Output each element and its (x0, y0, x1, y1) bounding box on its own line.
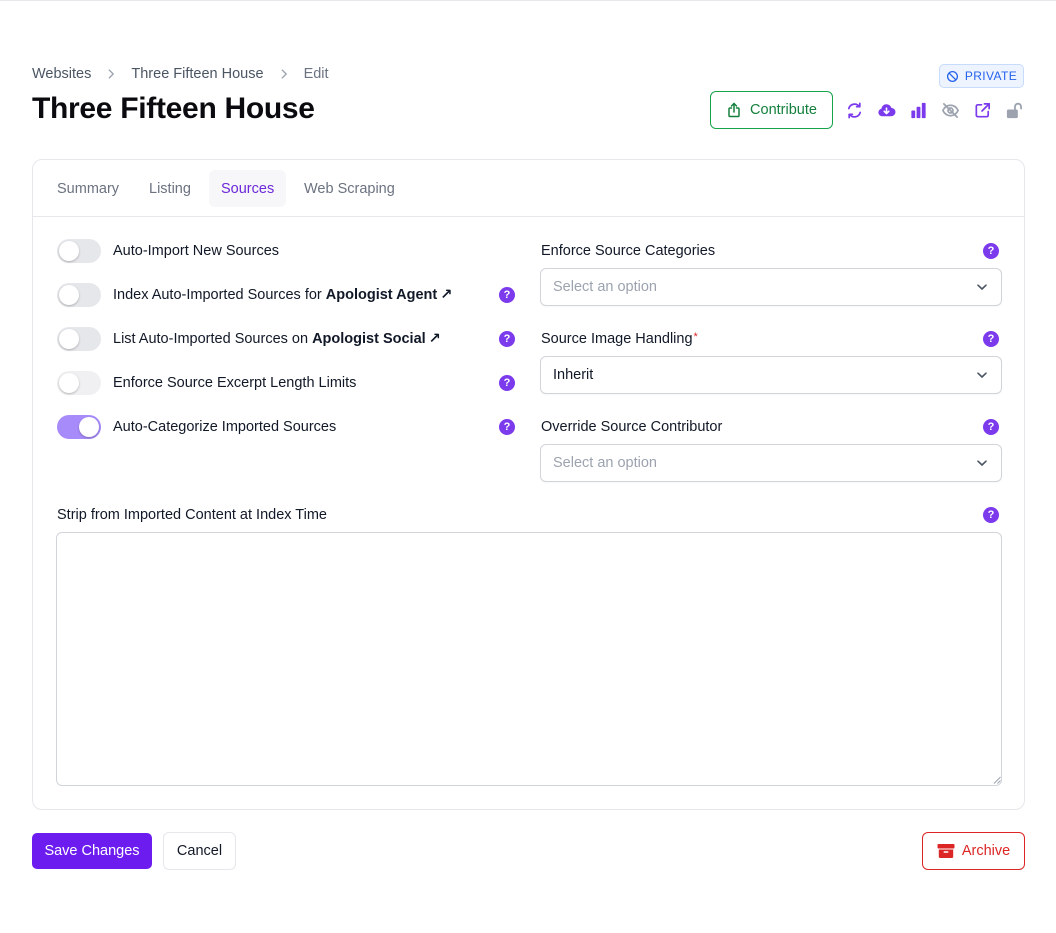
auto-categorize-toggle[interactable] (57, 415, 101, 439)
help-icon[interactable]: ? (499, 331, 515, 347)
tab-web-scraping[interactable]: Web Scraping (292, 170, 407, 207)
enforce-categories-label: Enforce Source Categories (541, 243, 716, 259)
help-icon[interactable]: ? (983, 507, 999, 523)
help-icon[interactable]: ? (499, 375, 515, 391)
share-upload-icon (728, 102, 740, 118)
breadcrumb-website-name[interactable]: Three Fifteen House (131, 66, 263, 82)
image-handling-label: Source Image Handling* (541, 331, 698, 347)
breadcrumb: Websites Three Fifteen House Edit (32, 65, 329, 83)
auto-import-toggle[interactable] (57, 239, 101, 263)
archive-label: Archive (961, 843, 1011, 859)
sources-card: Summary Listing Sources Web Scraping Aut… (32, 159, 1025, 810)
toggle-knob (59, 285, 79, 305)
enforce-excerpt-row: Enforce Source Excerpt Length Limits (57, 371, 356, 395)
list-auto-imported-toggle[interactable] (57, 327, 101, 351)
toggle-knob (59, 373, 79, 393)
resize-handle-icon[interactable] (993, 776, 1001, 784)
top-divider (0, 0, 1056, 1)
help-icon[interactable]: ? (983, 243, 999, 259)
lock-open-icon[interactable] (1004, 100, 1024, 120)
chevron-down-icon (977, 284, 987, 290)
save-changes-button[interactable]: Save Changes (32, 833, 152, 869)
list-auto-imported-label: List Auto-Imported Sources on Apologist … (113, 331, 441, 347)
strip-content-label: Strip from Imported Content at Index Tim… (57, 507, 327, 523)
badge-label: PRIVATE (964, 69, 1018, 83)
auto-import-label: Auto-Import New Sources (113, 243, 280, 259)
archive-box-icon (937, 844, 955, 858)
arrow-up-right-icon: ↗ (428, 331, 441, 347)
contribute-button[interactable]: Contribute (710, 91, 833, 129)
list-auto-imported-row: List Auto-Imported Sources on Apologist … (57, 327, 441, 351)
index-auto-imported-label: Index Auto-Imported Sources for Apologis… (113, 287, 452, 303)
enforce-excerpt-label: Enforce Source Excerpt Length Limits (113, 375, 357, 391)
image-handling-select[interactable]: Inherit (540, 356, 1002, 394)
breadcrumb-websites[interactable]: Websites (32, 66, 91, 82)
auto-categorize-row: Auto-Categorize Imported Sources (57, 415, 336, 439)
page-title: Three Fifteen House (32, 92, 315, 125)
select-value: Inherit (553, 367, 594, 383)
toggle-knob (59, 241, 79, 261)
apologist-social-link[interactable]: Apologist Social (312, 331, 426, 347)
tab-bar: Summary Listing Sources Web Scraping (33, 160, 1024, 217)
chevron-down-icon (977, 372, 987, 378)
archive-button[interactable]: Archive (922, 832, 1025, 870)
override-contributor-select[interactable]: Select an option (540, 444, 1002, 482)
chevron-down-icon (977, 460, 987, 466)
strip-content-textarea[interactable] (56, 532, 1002, 786)
apologist-agent-link[interactable]: Apologist Agent (326, 287, 437, 303)
chevron-right-icon (276, 66, 292, 82)
required-marker: * (693, 331, 698, 343)
index-auto-imported-toggle[interactable] (57, 283, 101, 307)
chevron-right-icon (103, 66, 119, 82)
help-icon[interactable]: ? (499, 287, 515, 303)
label-text: Index Auto-Imported Sources for (113, 287, 326, 303)
toggle-knob (59, 329, 79, 349)
ban-icon (946, 70, 958, 82)
external-link-icon[interactable] (972, 100, 992, 120)
contribute-label: Contribute (750, 102, 817, 118)
enforce-excerpt-toggle[interactable] (57, 371, 101, 395)
toggle-knob (79, 417, 99, 437)
cancel-button[interactable]: Cancel (163, 832, 236, 870)
override-contributor-label: Override Source Contributor (541, 419, 723, 435)
tab-listing[interactable]: Listing (137, 170, 203, 207)
visibility-badge: PRIVATE (939, 64, 1024, 88)
eye-slash-icon[interactable] (940, 100, 960, 120)
refresh-icon[interactable] (844, 100, 864, 120)
auto-categorize-label: Auto-Categorize Imported Sources (113, 419, 337, 435)
label-text: Source Image Handling (541, 331, 693, 347)
help-icon[interactable]: ? (983, 331, 999, 347)
tab-sources[interactable]: Sources (209, 170, 287, 207)
bar-chart-icon[interactable] (908, 100, 928, 120)
help-icon[interactable]: ? (983, 419, 999, 435)
select-placeholder: Select an option (553, 455, 657, 471)
tab-summary[interactable]: Summary (45, 170, 131, 207)
arrow-up-right-icon: ↗ (440, 287, 453, 303)
breadcrumb-current: Edit (303, 66, 329, 82)
cloud-download-icon[interactable] (876, 100, 896, 120)
help-icon[interactable]: ? (499, 419, 515, 435)
auto-import-row: Auto-Import New Sources (57, 239, 279, 263)
enforce-categories-select[interactable]: Select an option (540, 268, 1002, 306)
select-placeholder: Select an option (553, 279, 657, 295)
label-text: List Auto-Imported Sources on (113, 331, 313, 347)
index-auto-imported-row: Index Auto-Imported Sources for Apologis… (57, 283, 452, 307)
